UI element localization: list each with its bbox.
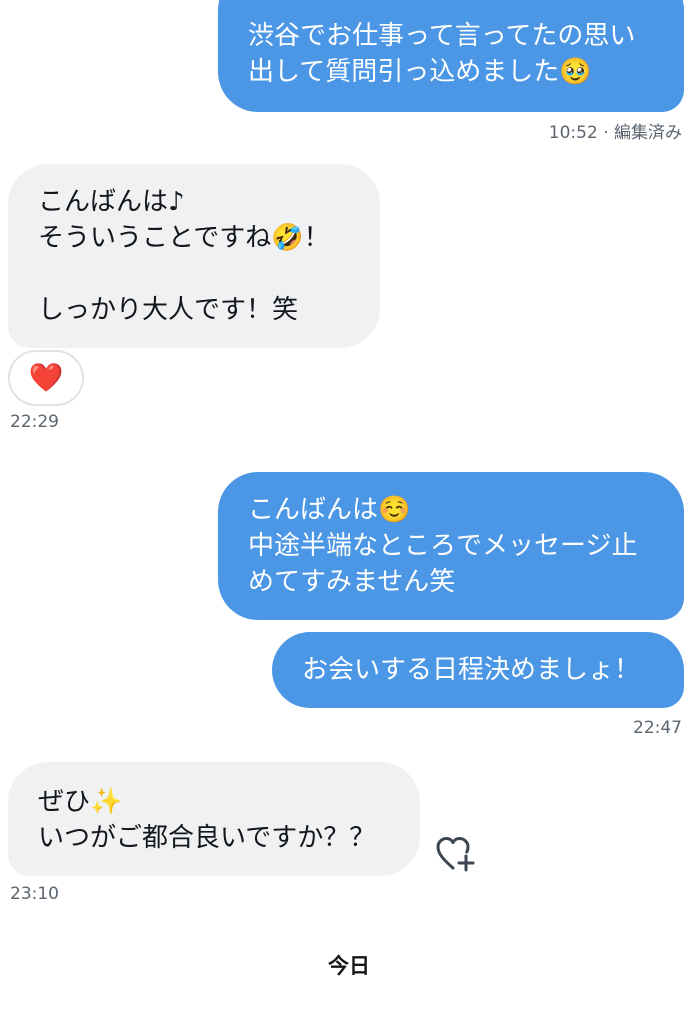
outgoing-message-1[interactable]: 渋谷でお仕事って言ってたの思い 出して質問引っ込めました🥹 [218,0,684,112]
message-1-timestamp: 10:52 · 編集済み [548,123,682,143]
message-4-timestamp: 22:47 [633,718,682,738]
outgoing-message-3[interactable]: お会いする日程決めましょ！ [272,632,684,708]
add-reaction-button[interactable] [434,834,476,874]
incoming-message-1[interactable]: こんばんは♪ そういうことですね🤣！ しっかり大人です！笑 [8,164,380,348]
heart-reaction[interactable]: ❤️ [8,350,84,406]
heart-reaction-emoji: ❤️ [28,361,64,394]
message-2-timestamp: 22:29 [10,412,59,432]
incoming-message-2[interactable]: ぜひ✨ いつがご都合良いですか？？ [8,762,420,876]
outgoing-message-2[interactable]: こんばんは☺️ 中途半端なところでメッセージ止 めてすみません笑 [218,472,684,620]
message-5-timestamp: 23:10 [10,884,59,904]
date-divider: 今日 [328,954,370,978]
heart-plus-icon [436,837,475,872]
